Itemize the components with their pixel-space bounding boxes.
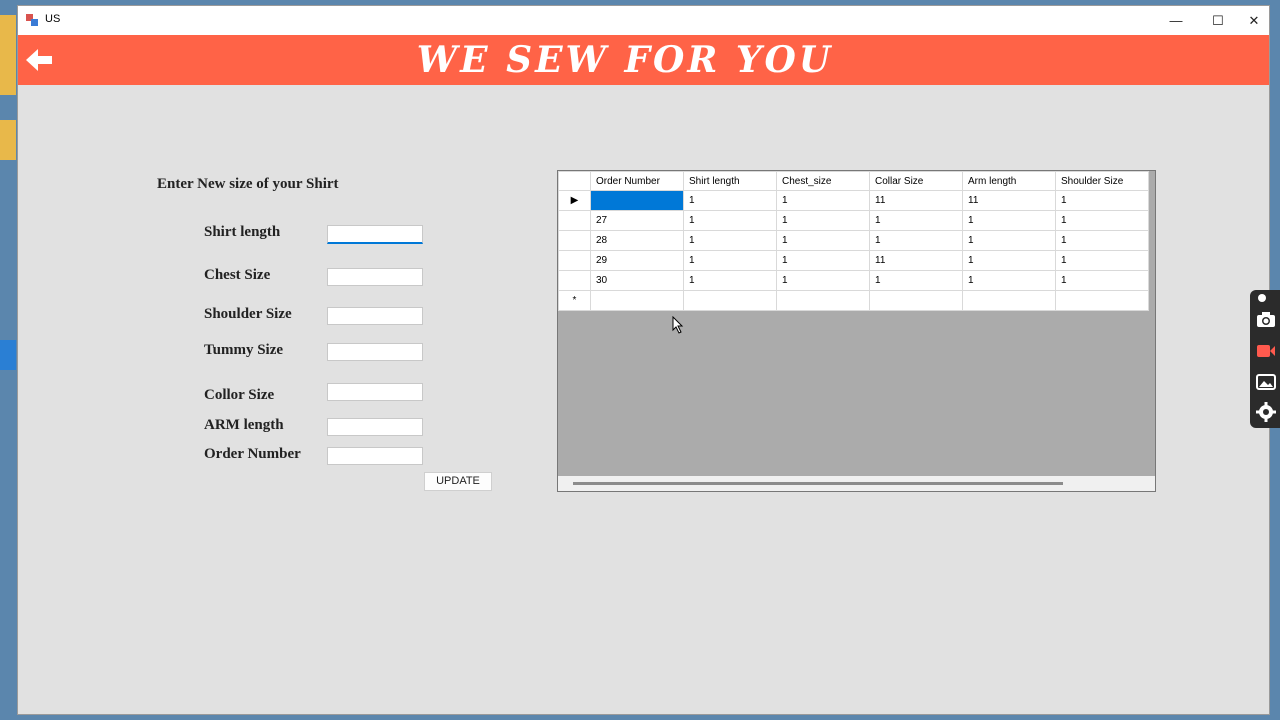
grid-cell[interactable]: 11 — [869, 250, 963, 271]
grid-cell[interactable]: 1 — [776, 190, 870, 211]
grid-cell[interactable]: 1 — [1055, 210, 1149, 231]
table-row[interactable]: 30 1 1 1 1 1 — [558, 270, 1149, 291]
chest-size-input[interactable] — [327, 268, 423, 286]
grid-cell[interactable]: 1 — [776, 270, 870, 291]
grid-cell[interactable]: 1 — [962, 270, 1056, 291]
gallery-icon[interactable] — [1256, 372, 1276, 392]
table-row[interactable]: 28 1 1 1 1 1 — [558, 230, 1149, 251]
shoulder-size-input[interactable] — [327, 307, 423, 325]
column-header[interactable]: Chest_size — [776, 171, 870, 191]
grid-cell[interactable]: 1 — [683, 230, 777, 251]
shoulder-size-label: Shoulder Size — [204, 306, 292, 322]
table-row[interactable]: 27 1 1 1 1 1 — [558, 210, 1149, 231]
desktop-icon-fragment — [0, 120, 16, 160]
grid-cell[interactable]: 1 — [1055, 190, 1149, 211]
grid-cell[interactable]: 30 — [590, 270, 684, 291]
arm-length-input[interactable] — [327, 418, 423, 436]
grid-cell[interactable]: 1 — [683, 270, 777, 291]
order-number-input[interactable] — [327, 447, 423, 465]
maximize-button[interactable]: ☐ — [1197, 6, 1239, 35]
grid-header-row: Order Number Shirt length Chest_size Col… — [558, 171, 1149, 191]
grid-cell[interactable]: 1 — [1055, 270, 1149, 291]
grid-cell[interactable]: 1 — [962, 250, 1056, 271]
table-row[interactable]: 29 1 1 11 1 1 — [558, 250, 1149, 271]
desktop-icon-fragment — [0, 15, 16, 95]
app-window: US — ☐ ✕ WE SEW FOR YOU Enter New size o… — [17, 5, 1270, 715]
grid-cell[interactable]: 1 — [1055, 230, 1149, 251]
grid-cell[interactable]: 1 — [683, 210, 777, 231]
form-title: Enter New size of your Shirt — [157, 176, 339, 192]
grid-cell[interactable] — [1055, 290, 1149, 311]
grid-cell[interactable]: 28 — [590, 230, 684, 251]
camera-icon[interactable] — [1256, 310, 1276, 330]
scrollbar-thumb[interactable] — [573, 482, 1063, 485]
tummy-size-label: Tummy Size — [204, 342, 284, 358]
update-button[interactable]: UPDATE — [424, 472, 492, 491]
grid-cell[interactable]: 11 — [962, 190, 1056, 211]
desktop-icon-fragment — [0, 340, 16, 370]
data-grid[interactable]: Order Number Shirt length Chest_size Col… — [557, 170, 1156, 492]
grid-cell[interactable]: 1 — [962, 210, 1056, 231]
chest-size-label: Chest Size — [204, 267, 271, 283]
grid-cell[interactable]: 1 — [1055, 250, 1149, 271]
capture-toolbar — [1250, 290, 1280, 428]
collor-size-label: Collor Size — [204, 387, 275, 403]
app-heading: WE SEW FOR YOU — [416, 39, 834, 81]
grid-cell[interactable] — [776, 290, 870, 311]
row-header[interactable] — [558, 250, 591, 271]
grid-cell[interactable] — [869, 290, 963, 311]
new-row[interactable]: * — [558, 290, 1149, 311]
grid-cell[interactable]: 1 — [869, 270, 963, 291]
column-header[interactable]: Shirt length — [683, 171, 777, 191]
horizontal-scrollbar[interactable] — [558, 476, 1155, 491]
grid-cell[interactable] — [590, 290, 684, 311]
grid-cell[interactable]: 1 — [683, 250, 777, 271]
tummy-size-input[interactable] — [327, 343, 423, 361]
order-number-label: Order Number — [204, 446, 301, 462]
grid-cell[interactable]: 1 — [776, 210, 870, 231]
table-row[interactable]: ▶ 1 1 11 11 1 — [558, 190, 1149, 211]
window-title: US — [45, 13, 61, 25]
header-banner: WE SEW FOR YOU — [18, 35, 1269, 85]
grid-cell[interactable]: 27 — [590, 210, 684, 231]
grid-cell[interactable]: 1 — [776, 250, 870, 271]
pin-icon[interactable] — [1256, 292, 1268, 304]
new-row-marker[interactable]: * — [558, 290, 591, 311]
column-header[interactable]: Collar Size — [869, 171, 963, 191]
video-icon[interactable] — [1256, 341, 1276, 361]
app-icon — [26, 14, 38, 26]
collor-size-input[interactable] — [327, 383, 423, 401]
current-row-marker[interactable]: ▶ — [558, 190, 591, 211]
row-header[interactable] — [558, 210, 591, 231]
grid-cell[interactable]: 29 — [590, 250, 684, 271]
mouse-cursor-icon — [672, 316, 684, 334]
grid-cell[interactable] — [962, 290, 1056, 311]
grid-cell[interactable] — [683, 290, 777, 311]
grid-cell[interactable]: 1 — [962, 230, 1056, 251]
column-header[interactable]: Shoulder Size — [1055, 171, 1149, 191]
title-bar: US — ☐ ✕ — [18, 6, 1269, 35]
grid-table: Order Number Shirt length Chest_size Col… — [558, 171, 1149, 311]
close-button[interactable]: ✕ — [1239, 6, 1269, 35]
grid-cell[interactable] — [590, 190, 684, 211]
minimize-button[interactable]: — — [1155, 6, 1197, 35]
row-header[interactable] — [558, 230, 591, 251]
column-header[interactable]: Order Number — [590, 171, 684, 191]
shirt-length-input[interactable] — [327, 225, 423, 244]
grid-cell[interactable]: 11 — [869, 190, 963, 211]
settings-icon[interactable] — [1256, 402, 1276, 422]
column-header[interactable]: Arm length — [962, 171, 1056, 191]
row-header[interactable] — [558, 270, 591, 291]
grid-cell[interactable]: 1 — [776, 230, 870, 251]
grid-cell[interactable]: 1 — [869, 210, 963, 231]
grid-cell[interactable]: 1 — [869, 230, 963, 251]
arm-length-label: ARM length — [204, 417, 284, 433]
shirt-length-label: Shirt length — [204, 224, 281, 240]
grid-cell[interactable]: 1 — [683, 190, 777, 211]
row-header-corner — [558, 171, 591, 191]
